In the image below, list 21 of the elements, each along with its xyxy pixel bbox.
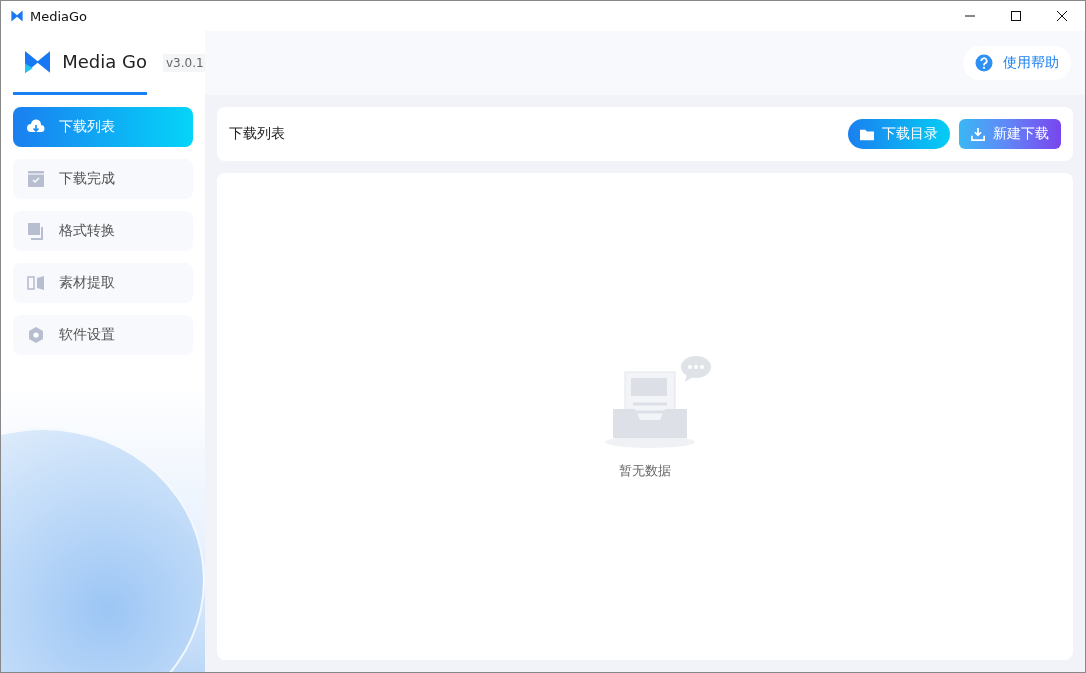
new-download-button[interactable]: 新建下载 [959, 119, 1061, 149]
checked-box-icon [27, 170, 45, 188]
version-label: v3.0.1 [163, 54, 205, 72]
help-icon [975, 54, 993, 72]
sidebar-item[interactable]: 软件设置 [13, 315, 193, 355]
sidebar-item[interactable]: 格式转换 [13, 211, 193, 251]
convert-icon [27, 222, 45, 240]
close-icon [1056, 10, 1068, 22]
app-logo-icon [10, 9, 24, 23]
folder-icon [860, 127, 874, 141]
help-button[interactable]: 使用帮助 [963, 46, 1071, 80]
sidebar-item[interactable]: 下载完成 [13, 159, 193, 199]
download-icon [971, 127, 985, 141]
empty-message: 暂无数据 [619, 461, 671, 480]
maximize-icon [1010, 10, 1022, 22]
settings-icon [27, 326, 45, 344]
sidebar-item[interactable]: 素材提取 [13, 263, 193, 303]
app-name: Media Go [62, 51, 147, 72]
split-frame-icon [27, 274, 45, 292]
page-title: 下载列表 [229, 125, 285, 143]
window-title: MediaGo [30, 8, 88, 24]
